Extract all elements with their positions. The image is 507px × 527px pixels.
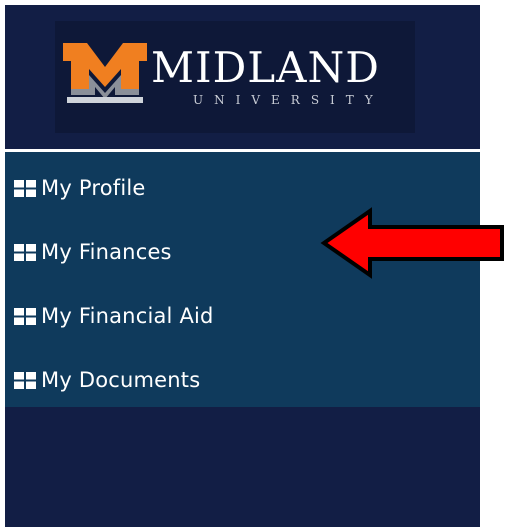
grid-icon [14,243,36,261]
logo-wordmark: MIDLAND [151,43,380,92]
red-arrow-icon [320,207,504,279]
logo-area: MIDLAND UNIVERSITY [5,5,480,149]
grid-icon [14,179,36,197]
menu-item-label: My Profile [41,176,146,200]
menu-item-label: My Finances [41,240,172,264]
midland-university-logo[interactable]: MIDLAND UNIVERSITY [55,21,415,133]
logo-subtitle: UNIVERSITY [193,93,384,107]
menu-item-my-profile[interactable]: My Profile [5,165,480,211]
menu-item-my-documents[interactable]: My Documents [5,357,480,403]
nav-menu: My Profile My Finances My Financial Aid … [5,152,480,407]
midland-m-logo-icon [63,43,147,103]
menu-item-label: My Documents [41,368,201,392]
grid-icon [14,371,36,389]
menu-item-my-financial-aid[interactable]: My Financial Aid [5,293,480,339]
grid-icon [14,307,36,325]
menu-item-label: My Financial Aid [41,304,214,328]
